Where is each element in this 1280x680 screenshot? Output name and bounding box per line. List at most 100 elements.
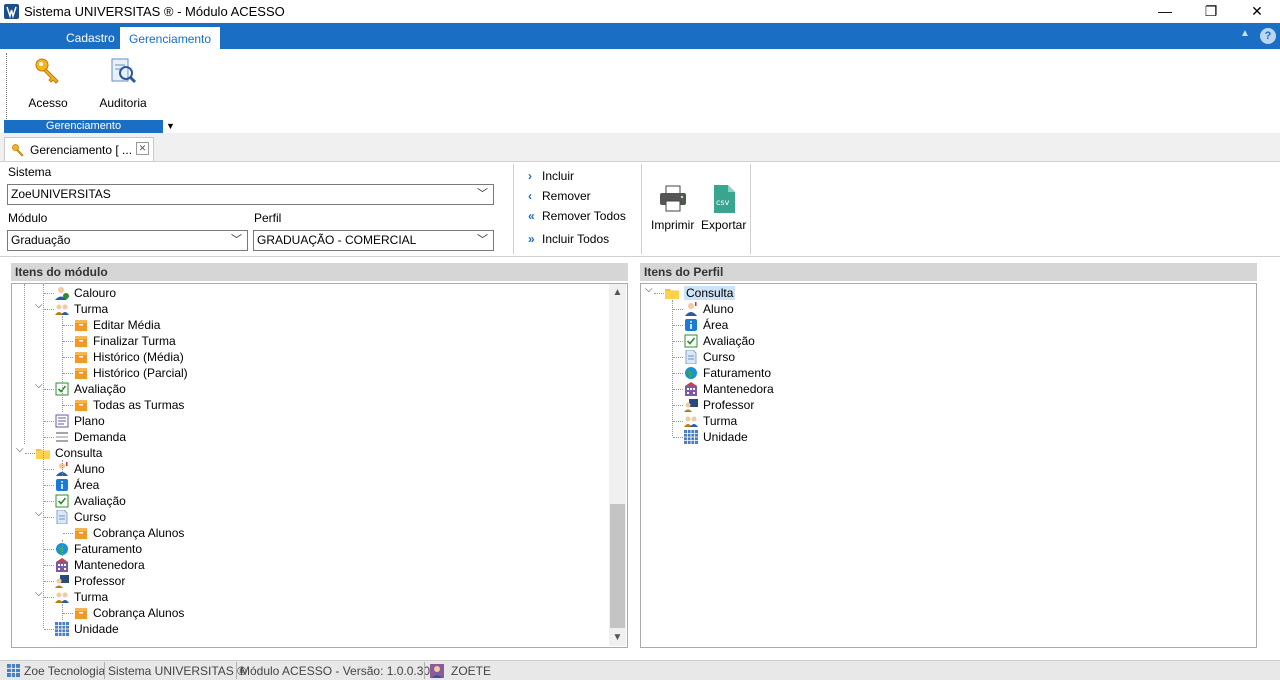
user-icon (430, 664, 444, 678)
tree-guide-line (43, 284, 44, 628)
tree-node[interactable]: Turma (684, 413, 737, 429)
perfil-label: Perfil (254, 211, 282, 225)
chevron-down-icon[interactable]: ▼ (166, 121, 175, 131)
tree-node[interactable]: Finalizar Turma (74, 333, 176, 349)
tree-node[interactable]: Calouro (55, 285, 116, 301)
exportar-button[interactable]: csv Exportar (701, 184, 746, 232)
tree-node[interactable]: Professor (55, 573, 125, 589)
teacher-icon (684, 399, 698, 412)
tree-node[interactable]: Aluno (684, 301, 734, 317)
tree-node[interactable]: Avaliação (55, 381, 126, 397)
tree-node[interactable]: Turma (55, 589, 108, 605)
window-title: Sistema UNIVERSITAS ® - Módulo ACESSO (24, 4, 285, 19)
tree-node[interactable]: Editar Média (74, 317, 160, 333)
remover-button[interactable]: ‹ Remover (528, 187, 591, 205)
tree-node[interactable]: Mantenedora (55, 557, 145, 573)
tree-node[interactable]: Curso (684, 349, 735, 365)
incluir-todos-button[interactable]: » Incluir Todos (528, 230, 609, 248)
tree-node-label: Faturamento (74, 542, 143, 556)
tree-node[interactable]: Consulta (36, 445, 102, 461)
document-tab[interactable]: Gerenciamento [ ... ✕ (4, 137, 154, 161)
tree-node[interactable]: Área (55, 477, 99, 493)
tree-connector (44, 501, 54, 502)
status-user: ZOETE (451, 664, 492, 678)
tree-node-label: Consulta (55, 446, 103, 460)
tree-node[interactable]: Faturamento (684, 365, 771, 381)
expand-chevron-icon[interactable]: ⌵ (35, 588, 43, 599)
tree-connector (63, 357, 73, 358)
acesso-button[interactable]: Acesso (13, 55, 83, 110)
remover-todos-button[interactable]: « Remover Todos (528, 207, 626, 225)
tree-node[interactable]: Histórico (Média) (74, 349, 184, 365)
scroll-up-icon[interactable]: ▲ (609, 284, 626, 301)
box-icon (75, 320, 87, 331)
profile-items-tree[interactable]: Consulta ⌵ Aluno Área Avaliação Curso Faturame… (640, 283, 1257, 648)
help-icon[interactable]: ? (1260, 28, 1276, 44)
tree-node[interactable]: Professor (684, 397, 754, 413)
tree-node[interactable]: Todas as Turmas (74, 397, 184, 413)
app-logo-icon (4, 4, 19, 19)
expand-chevron-icon[interactable]: ⌵ (16, 444, 24, 455)
perfil-select[interactable]: GRADUAÇÃO - COMERCIAL ﹀ (253, 230, 494, 251)
sistema-select[interactable]: ZoeUNIVERSITAS ﹀ (7, 184, 494, 205)
status-module: Módulo ACESSO - Versão: 1.0.0.306 (240, 664, 437, 678)
tree-connector (44, 437, 54, 438)
remover-todos-label: Remover Todos (542, 209, 626, 223)
close-window-button[interactable]: ✕ (1234, 0, 1280, 23)
restore-button[interactable]: ❐ (1188, 0, 1234, 23)
tree-node[interactable]: Cobrança Alunos (74, 605, 184, 621)
right-panel-header: Itens do Perfil (640, 263, 1257, 281)
box-icon (75, 352, 87, 363)
tree-node[interactable]: Unidade (55, 621, 119, 637)
tree-connector (44, 469, 54, 470)
scroll-down-icon[interactable]: ▼ (609, 629, 626, 646)
module-items-tree[interactable]: Calouro Turma ⌵ Editar Média Finalizar Turma… (11, 283, 628, 648)
tree-connector (44, 389, 54, 390)
tree-guide-line (62, 460, 63, 476)
tree-node[interactable]: Avaliação (684, 333, 755, 349)
tree-node[interactable]: Área (684, 317, 728, 333)
auditoria-button[interactable]: Auditoria (88, 55, 158, 110)
imprimir-button[interactable]: Imprimir (651, 184, 694, 232)
scroll-thumb[interactable] (610, 504, 625, 628)
expand-chevron-icon[interactable]: ⌵ (35, 300, 43, 311)
tree-connector (44, 581, 54, 582)
tree-node[interactable]: Histórico (Parcial) (74, 365, 188, 381)
modulo-value: Graduação (11, 233, 71, 247)
tree-node[interactable]: Faturamento (55, 541, 142, 557)
tab-cadastro[interactable]: Cadastro (58, 27, 123, 49)
tree-connector (44, 517, 54, 518)
tree-node-label: Área (703, 318, 729, 332)
expand-chevron-icon[interactable]: ⌵ (645, 284, 653, 295)
modulo-select[interactable]: Graduação ﹀ (7, 230, 248, 251)
tree-node[interactable]: Consulta (665, 285, 736, 301)
tree-connector (63, 405, 73, 406)
tree-node[interactable]: Unidade (684, 429, 748, 445)
tab-gerenciamento[interactable]: Gerenciamento (120, 27, 221, 49)
tree-node-label: Unidade (703, 430, 748, 444)
tree-connector (44, 293, 54, 294)
vertical-scrollbar[interactable]: ▲ ▼ (609, 284, 626, 646)
incluir-button[interactable]: › Incluir (528, 167, 574, 185)
expand-chevron-icon[interactable]: ⌵ (35, 508, 43, 519)
close-tab-icon[interactable]: ✕ (136, 142, 149, 155)
grid-icon (55, 622, 69, 636)
divider (641, 164, 642, 254)
ribbon-collapse-icon[interactable]: ▲ (1240, 28, 1250, 39)
tree-node-label: Avaliação (74, 494, 126, 508)
group-icon (684, 416, 698, 427)
expand-chevron-icon[interactable]: ⌵ (35, 380, 43, 391)
tree-node-label: Unidade (74, 622, 119, 636)
tree-node[interactable]: Demanda (55, 429, 126, 445)
tree-node[interactable]: Cobrança Alunos (74, 525, 184, 541)
tree-node[interactable]: Plano (55, 413, 105, 429)
tree-connector (63, 613, 73, 614)
box-icon (75, 528, 87, 539)
minimize-button[interactable]: — (1142, 0, 1188, 23)
tree-node[interactable]: Turma (55, 301, 108, 317)
tree-node[interactable]: Mantenedora (684, 381, 774, 397)
check-icon (55, 494, 69, 508)
imprimir-label: Imprimir (651, 218, 695, 232)
tree-node[interactable]: Avaliação (55, 493, 126, 509)
tree-node[interactable]: Curso (55, 509, 106, 525)
